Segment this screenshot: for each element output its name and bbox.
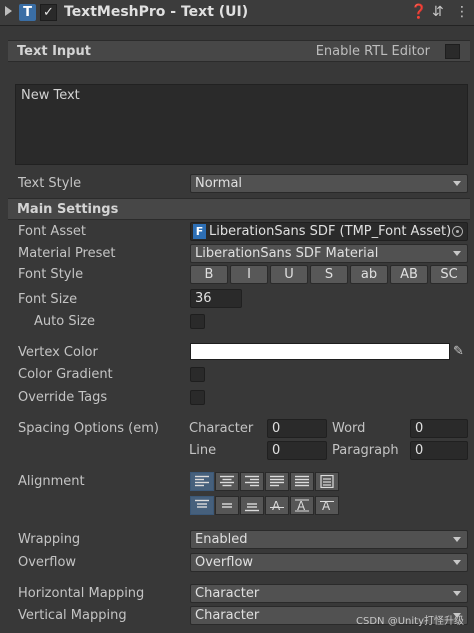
- word-spacing-label: Word: [332, 421, 366, 436]
- align-baseline-icon: A: [270, 499, 284, 512]
- font-asset-value: LiberationSans SDF (TMP_Font Asset): [209, 224, 452, 239]
- align-midline-icon: A: [295, 499, 309, 512]
- font-style-label: Font Style: [18, 267, 84, 282]
- auto-size-label: Auto Size: [34, 314, 96, 329]
- align-geometry-center-icon: [320, 475, 334, 488]
- material-preset-label: Material Preset: [18, 246, 116, 261]
- align-flush-button[interactable]: [290, 472, 314, 491]
- override-tags-checkbox[interactable]: [190, 390, 205, 405]
- material-preset-value: LiberationSans SDF Material: [195, 246, 379, 261]
- font-asset-label: Font Asset: [18, 224, 86, 239]
- character-spacing-input[interactable]: 0: [267, 419, 327, 438]
- text-style-label: Text Style: [18, 176, 82, 191]
- align-middle-icon: [222, 503, 232, 508]
- watermark: CSDN @Unity打怪升级: [356, 616, 464, 627]
- chevron-down-icon: [453, 181, 461, 186]
- spacing-options-label: Spacing Options (em): [18, 421, 159, 436]
- font-size-label: Font Size: [18, 292, 78, 307]
- material-preset-dropdown[interactable]: LiberationSans SDF Material: [190, 244, 468, 263]
- align-justified-icon: [270, 475, 284, 487]
- align-left-button[interactable]: [190, 472, 214, 491]
- foldout-arrow-icon[interactable]: [5, 6, 12, 16]
- line-spacing-label: Line: [189, 443, 217, 458]
- paragraph-spacing-label: Paragraph: [332, 443, 399, 458]
- eyedropper-icon[interactable]: ✎: [453, 344, 464, 359]
- align-baseline-button[interactable]: A: [265, 496, 289, 515]
- chevron-down-icon: [453, 537, 461, 542]
- section-title: Main Settings: [17, 202, 119, 217]
- horizontal-mapping-value: Character: [195, 586, 260, 601]
- font-style-bold-button[interactable]: B: [190, 265, 228, 284]
- align-center-icon: [220, 475, 234, 487]
- svg-text:A: A: [297, 499, 306, 512]
- presets-icon[interactable]: ⇵: [432, 4, 444, 20]
- svg-text:A: A: [272, 499, 281, 512]
- align-justified-button[interactable]: [265, 472, 289, 491]
- component-title: TextMeshPro - Text (UI): [64, 4, 249, 20]
- align-capline-button[interactable]: A: [315, 496, 339, 515]
- text-style-value: Normal: [195, 176, 243, 191]
- color-gradient-label: Color Gradient: [18, 367, 113, 382]
- rtl-editor-checkbox[interactable]: [445, 44, 460, 59]
- more-menu-icon[interactable]: ⋮: [455, 4, 469, 20]
- text-style-dropdown[interactable]: Normal: [190, 174, 468, 193]
- align-center-button[interactable]: [215, 472, 239, 491]
- font-style-smallcaps-button[interactable]: SC: [430, 265, 468, 284]
- svg-text:A: A: [322, 499, 331, 512]
- auto-size-checkbox[interactable]: [190, 314, 205, 329]
- overflow-label: Overflow: [18, 555, 77, 570]
- vertical-mapping-label: Vertical Mapping: [18, 608, 127, 623]
- font-size-input[interactable]: 36: [190, 289, 242, 308]
- chevron-down-icon: [453, 560, 461, 565]
- align-middle-button[interactable]: [215, 496, 239, 515]
- help-icon[interactable]: ❓: [410, 4, 427, 20]
- align-bottom-button[interactable]: [240, 496, 264, 515]
- word-spacing-input[interactable]: 0: [410, 419, 468, 438]
- horizontal-mapping-label: Horizontal Mapping: [18, 586, 145, 601]
- paragraph-spacing-input[interactable]: 0: [410, 441, 468, 460]
- component-enabled-checkbox[interactable]: ✓: [40, 4, 57, 21]
- align-capline-icon: A: [320, 499, 334, 512]
- overflow-dropdown[interactable]: Overflow: [190, 553, 468, 572]
- align-top-icon: [195, 499, 209, 508]
- line-spacing-input[interactable]: 0: [267, 441, 327, 460]
- font-style-underline-button[interactable]: U: [270, 265, 308, 284]
- wrapping-dropdown[interactable]: Enabled: [190, 530, 468, 549]
- section-title: Text Input: [17, 44, 91, 59]
- overflow-value: Overflow: [195, 555, 254, 570]
- align-left-icon: [195, 475, 209, 487]
- component-header[interactable]: T ✓ TextMeshPro - Text (UI) ❓ ⇵ ⋮: [0, 0, 474, 26]
- chevron-down-icon: [453, 251, 461, 256]
- font-asset-icon: F: [193, 224, 206, 239]
- chevron-down-icon: [453, 591, 461, 596]
- align-geometry-center-button[interactable]: [315, 472, 339, 491]
- rtl-editor-label: Enable RTL Editor: [315, 44, 430, 59]
- color-gradient-checkbox[interactable]: [190, 367, 205, 382]
- font-style-italic-button[interactable]: I: [230, 265, 268, 284]
- font-style-uppercase-button[interactable]: AB: [390, 265, 428, 284]
- align-bottom-icon: [245, 503, 259, 512]
- vertical-mapping-value: Character: [195, 608, 260, 623]
- text-input-section-header: Text Input Enable RTL Editor: [8, 40, 470, 62]
- font-style-strikethrough-button[interactable]: S: [310, 265, 348, 284]
- align-right-button[interactable]: [240, 472, 264, 491]
- align-right-icon: [245, 475, 259, 487]
- wrapping-label: Wrapping: [18, 532, 81, 547]
- text-component-icon: T: [19, 4, 36, 21]
- align-flush-icon: [295, 475, 309, 487]
- font-asset-field[interactable]: F LiberationSans SDF (TMP_Font Asset): [190, 222, 468, 241]
- align-midline-button[interactable]: A: [290, 496, 314, 515]
- main-settings-section-header: Main Settings: [8, 198, 470, 220]
- alignment-label: Alignment: [18, 474, 85, 489]
- vertex-color-swatch[interactable]: [190, 343, 450, 360]
- wrapping-value: Enabled: [195, 532, 248, 547]
- horizontal-mapping-dropdown[interactable]: Character: [190, 584, 468, 603]
- vertex-color-label: Vertex Color: [18, 345, 98, 360]
- align-top-button[interactable]: [190, 496, 214, 515]
- override-tags-label: Override Tags: [18, 390, 108, 405]
- character-spacing-label: Character: [189, 421, 254, 436]
- object-picker-icon[interactable]: [452, 226, 463, 237]
- text-input-area[interactable]: New Text: [15, 84, 468, 165]
- font-style-lowercase-button[interactable]: ab: [350, 265, 388, 284]
